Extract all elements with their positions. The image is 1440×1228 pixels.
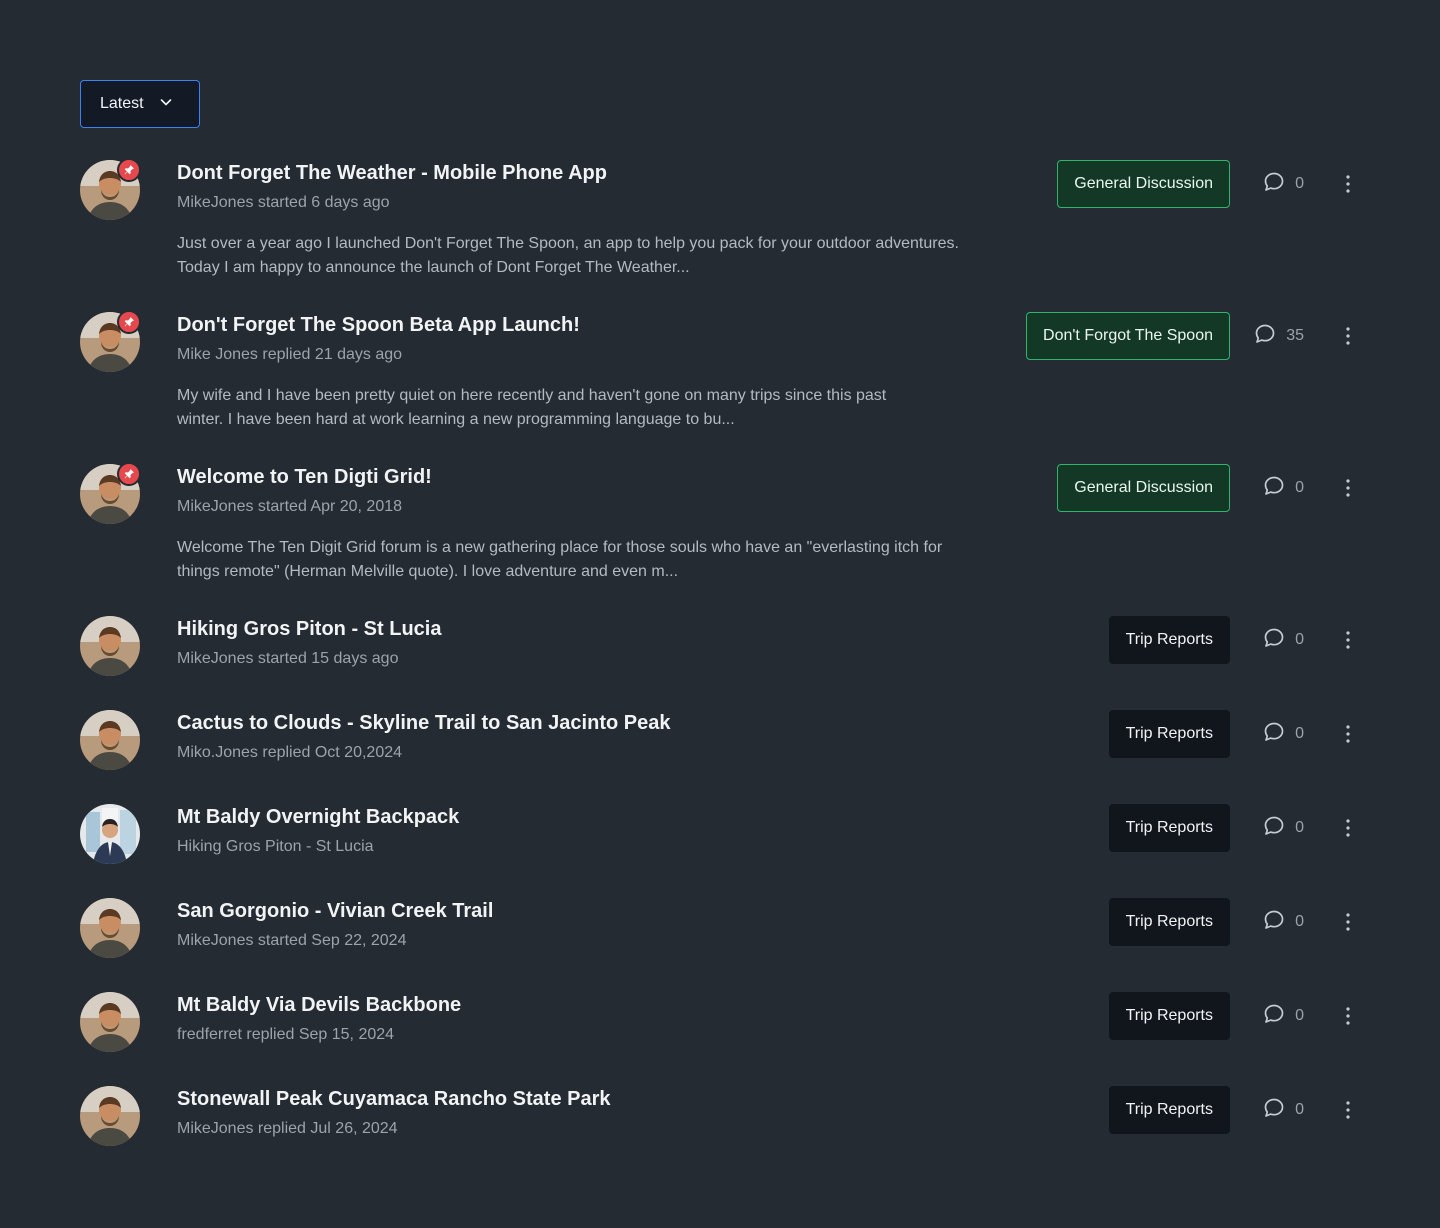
reply-count[interactable]: 0 <box>1252 628 1312 652</box>
thread-row[interactable]: Hiking Gros Piton - St Lucia MikeJones s… <box>80 616 1380 686</box>
category-tag[interactable]: Trip Reports <box>1108 804 1230 852</box>
thread-title[interactable]: Stonewall Peak Cuyamaca Rancho State Par… <box>177 1088 611 1111</box>
reply-count-value: 35 <box>1286 327 1304 344</box>
discussion-list-page: Latest Dont Forget The Weather - Mobile … <box>0 0 1440 1228</box>
reply-count[interactable]: 0 <box>1252 1004 1312 1028</box>
thread-meta: Mike Jones replied 21 days ago <box>177 346 403 363</box>
thread-title[interactable]: Hiking Gros Piton - St Lucia <box>177 618 441 641</box>
thread-title[interactable]: San Gorgonio - Vivian Creek Trail <box>177 900 493 923</box>
category-tag[interactable]: General Discussion <box>1057 464 1230 512</box>
category-tag[interactable]: Trip Reports <box>1108 710 1230 758</box>
comment-icon <box>1262 720 1286 749</box>
thread-row[interactable]: Stonewall Peak Cuyamaca Rancho State Par… <box>80 1086 1380 1156</box>
more-options-icon[interactable] <box>1336 476 1360 500</box>
sort-dropdown[interactable]: Latest <box>80 80 200 128</box>
category-tag[interactable]: General Discussion <box>1057 160 1230 208</box>
excerpt-line: My wife and I have been pretty quiet on … <box>177 387 887 404</box>
thread-title[interactable]: Mt Baldy Overnight Backpack <box>177 806 459 829</box>
thread-meta: Hiking Gros Piton - St Lucia <box>177 838 374 855</box>
reply-count[interactable]: 0 <box>1252 910 1312 934</box>
more-options-icon[interactable] <box>1336 172 1360 196</box>
thread-title[interactable]: Cactus to Clouds - Skyline Trail to San … <box>177 712 670 735</box>
reply-count-value: 0 <box>1295 175 1304 192</box>
avatar[interactable] <box>80 898 140 958</box>
thread-row[interactable]: Dont Forget The Weather - Mobile Phone A… <box>80 158 1380 290</box>
comment-icon <box>1262 814 1286 843</box>
thread-meta: MikeJones started Sep 22, 2024 <box>177 932 407 949</box>
pin-icon <box>117 158 141 182</box>
thread-meta: MikeJones started 6 days ago <box>177 194 390 211</box>
thread-row[interactable]: Don't Forget The Spoon Beta App Launch! … <box>80 310 1380 442</box>
reply-count-value: 0 <box>1295 1101 1304 1118</box>
excerpt-line: things remote" (Herman Melville quote). … <box>177 563 679 580</box>
reply-count-value: 0 <box>1295 479 1304 496</box>
comment-icon <box>1262 908 1286 937</box>
reply-count-value: 0 <box>1295 1007 1304 1024</box>
thread-meta: Miko.Jones replied Oct 20,2024 <box>177 744 403 761</box>
reply-count[interactable]: 35 <box>1252 324 1312 348</box>
thread-row[interactable]: Mt Baldy Via Devils Backbone fredferret … <box>80 992 1380 1062</box>
more-options-icon[interactable] <box>1336 910 1360 934</box>
avatar[interactable] <box>80 1086 140 1146</box>
category-tag[interactable]: Trip Reports <box>1108 898 1230 946</box>
excerpt-line: winter. I have been hard at work learnin… <box>177 411 735 428</box>
chevron-down-icon <box>158 94 174 115</box>
thread-excerpt: Just over a year ago I launched Don't Fo… <box>177 232 1037 280</box>
reply-count[interactable]: 0 <box>1252 172 1312 196</box>
category-tag[interactable]: Trip Reports <box>1108 992 1230 1040</box>
thread-excerpt: My wife and I have been pretty quiet on … <box>177 384 1037 432</box>
more-options-icon[interactable] <box>1336 816 1360 840</box>
avatar[interactable] <box>80 804 140 864</box>
pin-icon <box>117 310 141 334</box>
category-tag[interactable]: Trip Reports <box>1108 616 1230 664</box>
reply-count-value: 0 <box>1295 913 1304 930</box>
thread-title[interactable]: Don't Forget The Spoon Beta App Launch! <box>177 314 580 337</box>
thread-row[interactable]: San Gorgonio - Vivian Creek Trail MikeJo… <box>80 898 1380 968</box>
thread-title[interactable]: Dont Forget The Weather - Mobile Phone A… <box>177 162 607 185</box>
thread-meta: MikeJones started 15 days ago <box>177 650 399 667</box>
reply-count-value: 0 <box>1295 819 1304 836</box>
excerpt-line: Welcome The Ten Digit Grid forum is a ne… <box>177 539 943 556</box>
comment-icon <box>1253 322 1277 351</box>
thread-title[interactable]: Welcome to Ten Digti Grid! <box>177 466 432 489</box>
thread-excerpt: Welcome The Ten Digit Grid forum is a ne… <box>177 536 1037 584</box>
reply-count-value: 0 <box>1295 725 1304 742</box>
avatar[interactable] <box>80 992 140 1052</box>
thread-meta: MikeJones replied Jul 26, 2024 <box>177 1120 398 1137</box>
reply-count[interactable]: 0 <box>1252 1098 1312 1122</box>
more-options-icon[interactable] <box>1336 324 1360 348</box>
thread-title[interactable]: Mt Baldy Via Devils Backbone <box>177 994 461 1017</box>
excerpt-line: Just over a year ago I launched Don't Fo… <box>177 235 959 252</box>
pin-icon <box>117 462 141 486</box>
sort-label: Latest <box>100 95 144 112</box>
more-options-icon[interactable] <box>1336 1004 1360 1028</box>
thread-row[interactable]: Mt Baldy Overnight Backpack Hiking Gros … <box>80 804 1380 874</box>
excerpt-line: Today I am happy to announce the launch … <box>177 259 690 276</box>
thread-meta: fredferret replied Sep 15, 2024 <box>177 1026 395 1043</box>
category-tag[interactable]: Trip Reports <box>1108 1086 1230 1134</box>
reply-count[interactable]: 0 <box>1252 476 1312 500</box>
avatar[interactable] <box>80 710 140 770</box>
avatar[interactable] <box>80 616 140 676</box>
more-options-icon[interactable] <box>1336 1098 1360 1122</box>
comment-icon <box>1262 474 1286 503</box>
thread-meta: MikeJones started Apr 20, 2018 <box>177 498 403 515</box>
comment-icon <box>1262 1096 1286 1125</box>
reply-count-value: 0 <box>1295 631 1304 648</box>
thread-row[interactable]: Welcome to Ten Digti Grid! MikeJones sta… <box>80 462 1380 594</box>
more-options-icon[interactable] <box>1336 628 1360 652</box>
comment-icon <box>1262 626 1286 655</box>
comment-icon <box>1262 1002 1286 1031</box>
thread-row[interactable]: Cactus to Clouds - Skyline Trail to San … <box>80 710 1380 780</box>
more-options-icon[interactable] <box>1336 722 1360 746</box>
comment-icon <box>1262 170 1286 199</box>
reply-count[interactable]: 0 <box>1252 816 1312 840</box>
category-tag[interactable]: Don't Forgot The Spoon <box>1026 312 1230 360</box>
reply-count[interactable]: 0 <box>1252 722 1312 746</box>
